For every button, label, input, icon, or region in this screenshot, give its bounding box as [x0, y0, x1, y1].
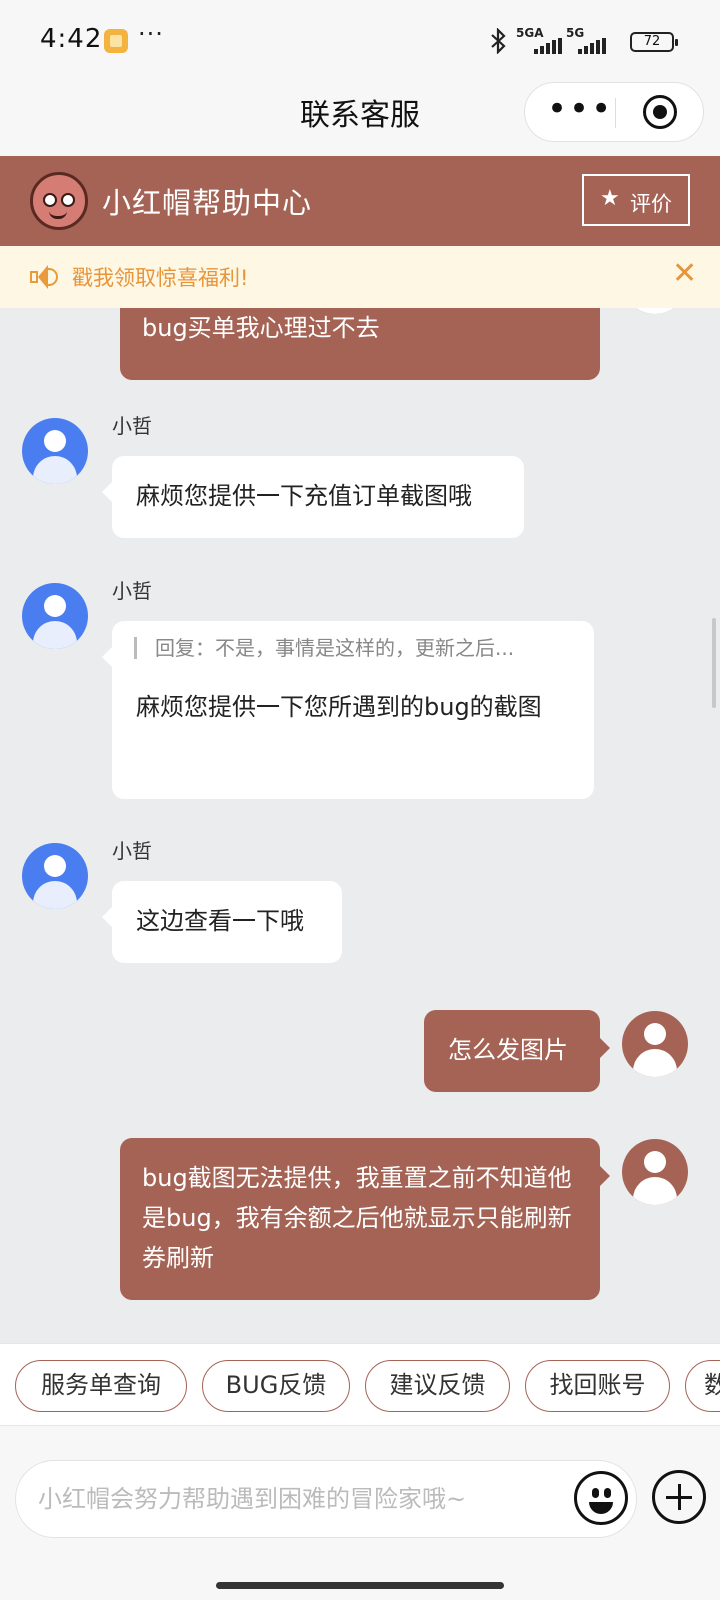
- quick-reply-bar[interactable]: 服务单查询 BUG反馈 建议反馈 找回账号 数: [0, 1343, 720, 1425]
- quick-reply-service-order[interactable]: 服务单查询: [15, 1360, 187, 1412]
- signal-icon-2: 5G: [566, 26, 612, 54]
- user-avatar: [622, 308, 688, 314]
- bluetooth-icon: [488, 27, 510, 55]
- help-center-header: 小红帽帮助中心 ★ 评价: [0, 156, 720, 246]
- message-input-box[interactable]: [15, 1460, 637, 1538]
- message-bubble-agent: 回复：不是，事情是这样的，更新之后... 麻烦您提供一下您所遇到的bug的截图: [102, 621, 594, 799]
- quick-reply-bug-feedback[interactable]: BUG反馈: [202, 1360, 350, 1412]
- rate-button[interactable]: ★ 评价: [582, 174, 690, 226]
- message-bubble-user: bug买单我心理过不去: [120, 308, 600, 380]
- speaker-icon: [30, 264, 58, 290]
- agent-avatar: [22, 843, 88, 909]
- user-avatar: [622, 1011, 688, 1077]
- mini-program-nav: 联系客服 •••: [0, 82, 720, 156]
- sender-name: 小哲: [112, 414, 152, 438]
- message-text: bug买单我心理过不去: [142, 314, 380, 342]
- message-bubble-user: bug截图无法提供，我重置之前不知道他是bug，我有余额之后他就显示只能刷新券刷…: [120, 1138, 610, 1300]
- status-time: 4:42: [40, 24, 103, 54]
- close-icon[interactable]: ✕: [672, 256, 697, 291]
- agent-avatar: [22, 418, 88, 484]
- quick-reply-recover-account[interactable]: 找回账号: [525, 1360, 670, 1412]
- capsule-divider: [615, 98, 616, 128]
- message-bubble-user: 怎么发图片: [424, 1010, 610, 1092]
- sender-name: 小哲: [112, 579, 152, 603]
- more-dots-icon[interactable]: •••: [547, 83, 611, 141]
- agent-avatar: [22, 583, 88, 649]
- promo-notice[interactable]: 戳我领取惊喜福利! ✕: [0, 246, 720, 308]
- sender-name: 小哲: [112, 839, 152, 863]
- help-center-title: 小红帽帮助中心: [102, 186, 313, 220]
- emoji-icon[interactable]: [574, 1471, 628, 1525]
- plus-icon[interactable]: [652, 1470, 706, 1524]
- notice-text[interactable]: 戳我领取惊喜福利!: [72, 262, 248, 292]
- star-icon: ★: [600, 186, 620, 211]
- quoted-reply[interactable]: 回复：不是，事情是这样的，更新之后...: [134, 637, 554, 659]
- message-text: 这边查看一下哦: [136, 907, 304, 935]
- signal-icon-1: 5GA: [516, 26, 566, 54]
- message-text: 麻烦您提供一下您所遇到的bug的截图: [136, 693, 542, 721]
- quick-reply-more[interactable]: 数: [685, 1360, 720, 1412]
- message-input[interactable]: [36, 1477, 556, 1521]
- mascot-logo: [30, 172, 88, 230]
- rate-label: 评价: [630, 192, 672, 216]
- notification-app-icon: [104, 29, 128, 53]
- message-text: 怎么发图片: [448, 1036, 568, 1064]
- message-bubble-agent: 这边查看一下哦: [102, 881, 342, 963]
- status-more-dots: ···: [138, 20, 164, 48]
- message-text: bug截图无法提供，我重置之前不知道他是bug，我有余额之后他就显示只能刷新券刷…: [142, 1164, 572, 1272]
- quick-reply-suggestion[interactable]: 建议反馈: [365, 1360, 510, 1412]
- chat-area[interactable]: bug买单我心理过不去 小哲 麻烦您提供一下充值订单截图哦 小哲 回复：不是，事…: [0, 308, 720, 1343]
- status-bar: 4:42 ··· 5GA 5G 72: [0, 0, 720, 82]
- user-avatar: [622, 1139, 688, 1205]
- message-bubble-agent: 麻烦您提供一下充值订单截图哦: [102, 456, 524, 538]
- record-icon[interactable]: [643, 95, 677, 129]
- home-indicator[interactable]: [216, 1582, 504, 1589]
- message-text: 麻烦您提供一下充值订单截图哦: [136, 482, 472, 510]
- battery-icon: 72: [630, 32, 678, 52]
- scrollbar[interactable]: [712, 618, 716, 708]
- input-bar: [0, 1425, 720, 1600]
- capsule-menu: •••: [524, 82, 704, 142]
